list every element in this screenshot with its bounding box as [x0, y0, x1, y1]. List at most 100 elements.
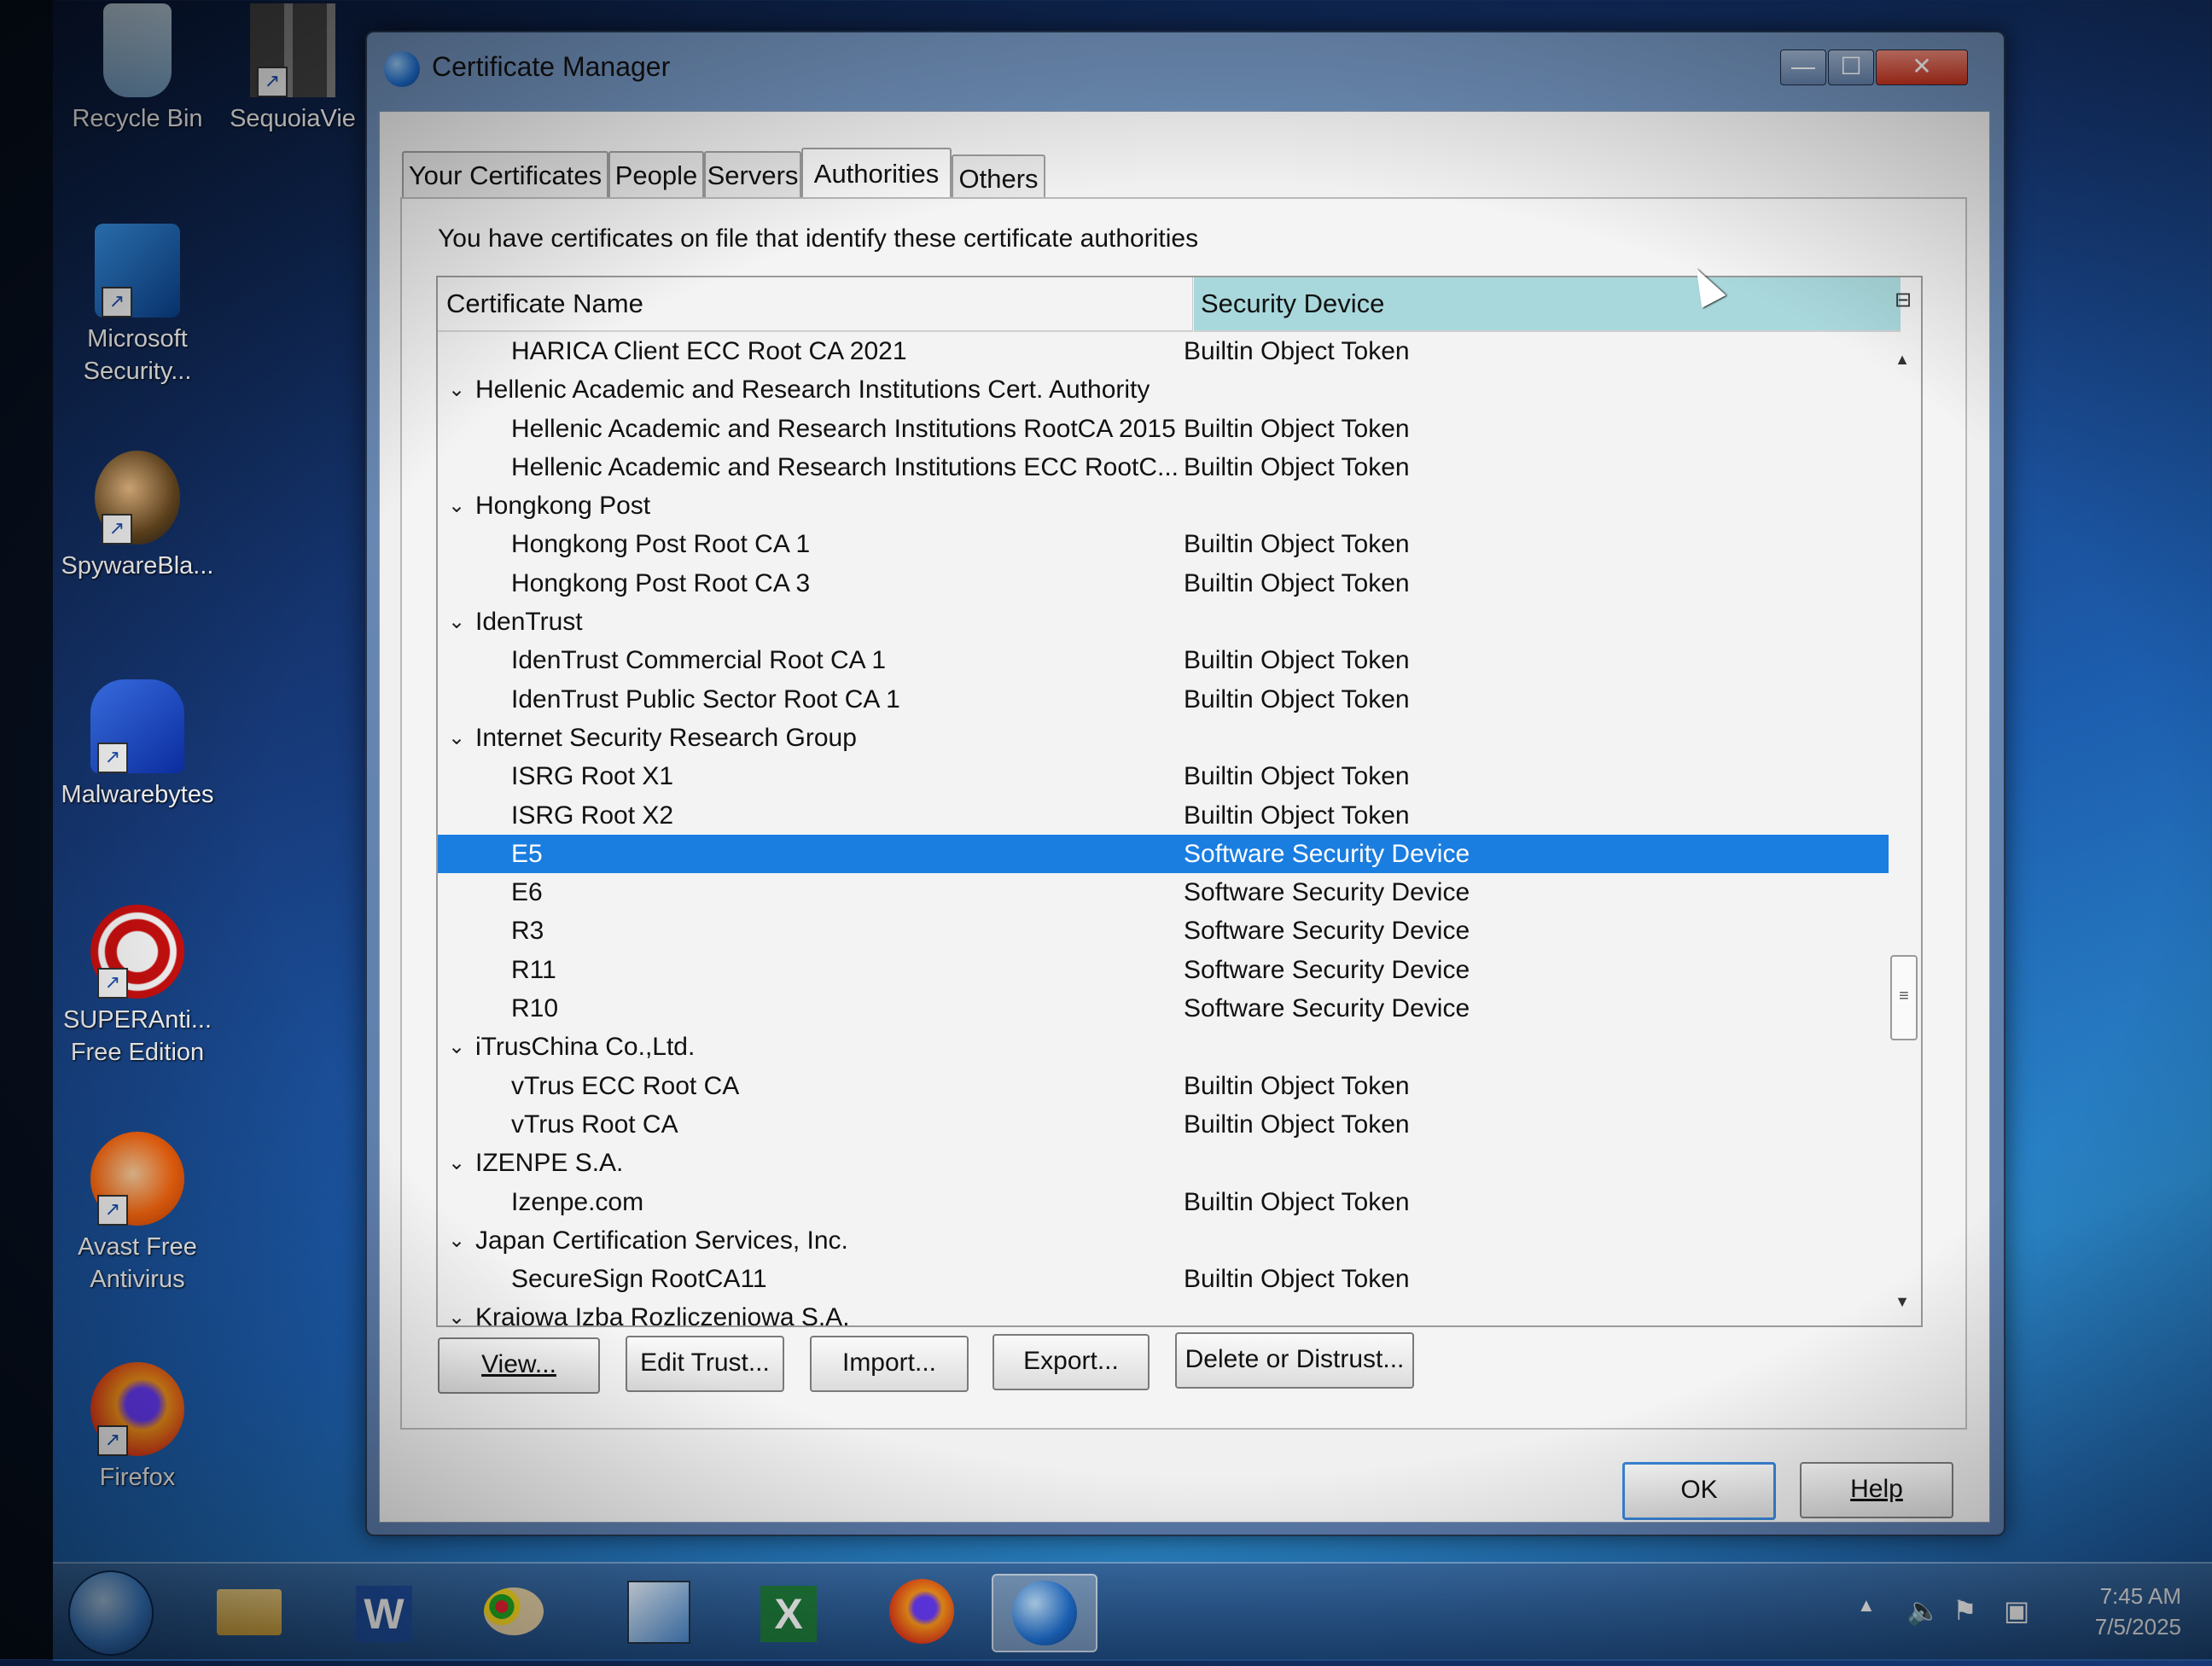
tree-group-row[interactable]: ⌄ Internet Security Research Group: [438, 719, 1889, 757]
certificate-row[interactable]: Hongkong Post Root CA 3 Builtin Object To…: [438, 564, 1889, 603]
desktop-icon-label: Malwarebytes: [61, 781, 214, 808]
sequoiaview-icon: ↗: [250, 3, 335, 97]
desktop-icon-firefox[interactable]: ↗ Firefox: [56, 1362, 218, 1494]
tree-group-row[interactable]: ⌄ IZENPE S.A.: [438, 1144, 1889, 1182]
tree-group-row[interactable]: ⌄ IdenTrust: [438, 603, 1889, 641]
tab-people[interactable]: People: [608, 151, 704, 199]
certificate-tree[interactable]: Certificate Name Security Device ⊟ HARIC…: [436, 276, 1923, 1327]
ok-button[interactable]: OK: [1622, 1462, 1776, 1520]
tree-group-row[interactable]: ⌄ Hellenic Academic and Research Institut…: [438, 370, 1889, 409]
shortcut-arrow-icon: ↗: [97, 743, 128, 773]
tab-others[interactable]: Others: [952, 154, 1045, 202]
action-center-flag-icon[interactable]: ⚑: [1953, 1594, 1977, 1627]
certificate-row[interactable]: Hellenic Academic and Research Instituti…: [438, 410, 1889, 448]
close-button[interactable]: ✕: [1876, 50, 1968, 85]
certificate-row[interactable]: R3 Software Security Device: [438, 912, 1889, 950]
shortcut-arrow-icon: ↗: [97, 968, 128, 999]
minimize-button[interactable]: —: [1780, 50, 1826, 85]
chevron-down-icon[interactable]: ⌄: [448, 719, 465, 757]
taskbar-excel[interactable]: X: [746, 1574, 831, 1649]
certificate-row[interactable]: Izenpe.com Builtin Object Token: [438, 1183, 1889, 1221]
tree-group-row[interactable]: ⌄ Japan Certification Services, Inc.: [438, 1221, 1889, 1260]
desktop-icon-label: SequoiaVie: [230, 105, 356, 132]
chevron-down-icon[interactable]: ⌄: [448, 1144, 465, 1182]
desktop-icon-label: Security...: [83, 358, 192, 385]
tab-your-certificates[interactable]: Your Certificates: [402, 151, 608, 199]
taskbar-word[interactable]: W: [341, 1574, 427, 1649]
column-picker-icon[interactable]: ⊟: [1892, 289, 1914, 312]
security-device-cell: Builtin Object Token: [1184, 568, 1410, 597]
certificate-row[interactable]: R10 Software Security Device: [438, 989, 1889, 1028]
desktop-icon-superantispyware[interactable]: ↗ SUPERAnti... Free Edition: [56, 905, 218, 1069]
tree-group-row[interactable]: ⌄ iTrusChina Co.,Ltd.: [438, 1028, 1889, 1066]
desktop-icon-microsoft-security[interactable]: ↗ Microsoft Security...: [56, 224, 218, 387]
tree-scrollbar[interactable]: ▲ ≡ ▼: [1887, 332, 1918, 1319]
chevron-down-icon[interactable]: ⌄: [448, 1221, 465, 1260]
column-header-certificate-name[interactable]: Certificate Name: [438, 277, 1193, 332]
show-hidden-icons-icon[interactable]: ▲: [1857, 1594, 1876, 1616]
certificate-row[interactable]: IdenTrust Public Sector Root CA 1 Builtin…: [438, 680, 1889, 719]
certificate-row[interactable]: ISRG Root X2 Builtin Object Token: [438, 796, 1889, 835]
scroll-down-icon[interactable]: ▼: [1894, 1293, 1911, 1310]
scroll-thumb[interactable]: ≡: [1890, 955, 1918, 1040]
dialog-client-area: Your Certificates People Servers Authori…: [379, 111, 1990, 1523]
import-button[interactable]: Import...: [810, 1336, 969, 1392]
spywareblaster-icon: ↗: [95, 451, 180, 545]
certificate-row[interactable]: E5 Software Security Device: [438, 834, 1889, 874]
security-device-cell: Builtin Object Token: [1184, 1265, 1410, 1294]
desktop-icon-malwarebytes[interactable]: ↗ Malwarebytes: [56, 679, 218, 811]
certificate-name-cell: E5: [511, 839, 543, 868]
certificate-row[interactable]: SecureSign RootCA11 Builtin Object Token: [438, 1260, 1889, 1298]
chevron-down-icon[interactable]: ⌄: [448, 1298, 465, 1325]
chevron-down-icon[interactable]: ⌄: [448, 486, 465, 525]
volume-icon[interactable]: 🔈: [1906, 1594, 1941, 1627]
delete-or-distrust-button[interactable]: Delete or Distrust...: [1175, 1332, 1414, 1389]
certificate-row[interactable]: vTrus ECC Root CA Builtin Object Token: [438, 1067, 1889, 1105]
tab-authorities[interactable]: Authorities: [801, 148, 952, 199]
maximize-button[interactable]: ☐: [1828, 50, 1874, 85]
export-button[interactable]: Export...: [992, 1334, 1150, 1390]
tree-group-row[interactable]: ⌄ Hongkong Post: [438, 486, 1889, 525]
clock[interactable]: 7:45 AM 7/5/2025: [2095, 1581, 2181, 1642]
chevron-down-icon[interactable]: ⌄: [448, 370, 465, 409]
view-button[interactable]: View...: [438, 1337, 600, 1394]
tree-group-row[interactable]: ⌄ Krajowa Izba Rozliczeniowa S.A.: [438, 1298, 1889, 1325]
desktop-icon-label: Free Edition: [70, 1039, 205, 1066]
taskbar-file-explorer[interactable]: [207, 1574, 292, 1649]
desktop-icon-label: Firefox: [99, 1464, 176, 1491]
app-logo-icon: [384, 51, 420, 87]
desktop-icon-spywareblaster[interactable]: ↗ SpywareBla...: [56, 451, 218, 582]
start-button[interactable]: [68, 1570, 154, 1656]
certificate-row[interactable]: ISRG Root X1 Builtin Object Token: [438, 757, 1889, 795]
security-device-cell: Builtin Object Token: [1184, 1187, 1410, 1216]
certificate-name-cell: R3: [511, 917, 544, 946]
certificate-row[interactable]: E6 Software Security Device: [438, 873, 1889, 912]
taskbar-thunderbird[interactable]: [992, 1574, 1097, 1652]
certificate-row[interactable]: R11 Software Security Device: [438, 951, 1889, 989]
word-icon: W: [356, 1586, 412, 1642]
help-button[interactable]: Help: [1800, 1462, 1953, 1518]
desktop-icon-sequoiaview[interactable]: ↗ SequoiaVie: [220, 3, 365, 135]
certificate-row[interactable]: Hongkong Post Root CA 1 Builtin Object To…: [438, 525, 1889, 563]
column-header-security-device[interactable]: Security Device: [1194, 277, 1901, 332]
certificate-row[interactable]: HARICA Client ECC Root CA 2021 Builtin Ob…: [438, 332, 1889, 370]
scroll-up-icon[interactable]: ▲: [1894, 351, 1911, 368]
taskbar-control-panel[interactable]: [616, 1574, 701, 1649]
edit-trust-button[interactable]: Edit Trust...: [626, 1336, 784, 1392]
chevron-down-icon[interactable]: ⌄: [448, 603, 465, 641]
certificate-row[interactable]: Hellenic Academic and Research Instituti…: [438, 448, 1889, 486]
certificate-row[interactable]: IdenTrust Commercial Root CA 1 Builtin Ob…: [438, 641, 1889, 679]
security-device-cell: Software Security Device: [1184, 955, 1470, 984]
desktop-left-edge: [0, 0, 53, 1659]
network-icon[interactable]: ▣: [2004, 1594, 2029, 1627]
security-device-cell: Builtin Object Token: [1184, 646, 1410, 675]
certificate-name-cell: Japan Certification Services, Inc.: [475, 1226, 848, 1255]
chevron-down-icon[interactable]: ⌄: [448, 1028, 465, 1066]
tab-servers[interactable]: Servers: [704, 151, 801, 199]
certificate-row[interactable]: vTrus Root CA Builtin Object Token: [438, 1105, 1889, 1144]
taskbar-firefox[interactable]: [879, 1574, 964, 1649]
desktop-icon-avast[interactable]: ↗ Avast Free Antivirus: [56, 1132, 218, 1296]
desktop-icon-recycle-bin[interactable]: Recycle Bin: [56, 3, 218, 135]
taskbar-paint[interactable]: [471, 1574, 556, 1649]
window-titlebar[interactable]: Certificate Manager — ☐ ✕: [367, 32, 2004, 111]
